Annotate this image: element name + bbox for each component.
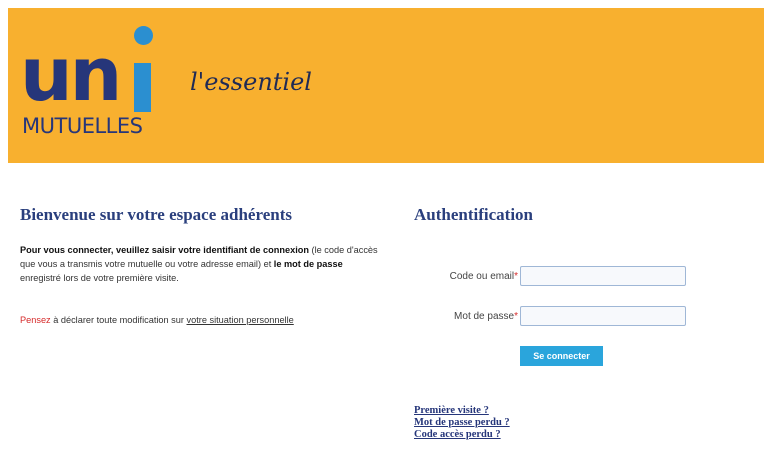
logo-i-dot (134, 26, 153, 45)
code-row: Code ou email* (414, 266, 744, 288)
header-banner: un MUTUELLES l'essentiel (8, 8, 764, 163)
password-input[interactable] (520, 306, 686, 326)
login-instructions: Pour vous connecter, veuillez saisir vot… (20, 243, 380, 285)
logo-i-stem (134, 63, 151, 112)
help-links: Première visite ? Mot de passe perdu ? C… (414, 405, 510, 441)
welcome-title: Bienvenue sur votre espace adhérents (20, 205, 292, 224)
personal-situation-link[interactable]: votre situation personnelle (187, 315, 294, 325)
uni-mutuelles-logo: un MUTUELLES (20, 26, 170, 141)
logo-mutuelles-text: MUTUELLES (22, 114, 143, 138)
auth-title: Authentification (414, 205, 533, 224)
required-mark: * (514, 271, 518, 282)
tagline: l'essentiel (190, 68, 312, 96)
code-email-input[interactable] (520, 266, 686, 286)
instructions-bold: Pour vous connecter, veuillez saisir vot… (20, 245, 309, 255)
forgot-code-link[interactable]: Code accès perdu ? (414, 429, 510, 441)
required-mark: * (514, 311, 518, 322)
first-visit-link[interactable]: Première visite ? (414, 405, 510, 417)
authentication-section: Authentification Code ou email* Mot de p… (414, 205, 744, 440)
password-row: Mot de passe* (414, 306, 744, 328)
reminder-highlight: Pensez (20, 315, 51, 325)
welcome-section: Bienvenue sur votre espace adhérents Pou… (20, 205, 380, 325)
forgot-password-link[interactable]: Mot de passe perdu ? (414, 417, 510, 429)
reminder-text: à déclarer toute modification sur (50, 315, 187, 325)
logo-wordmark: un (20, 32, 122, 118)
update-reminder: Pensez à déclarer toute modification sur… (20, 315, 380, 325)
password-label: Mot de passe* (454, 311, 518, 322)
instructions-bold-password: le mot de passe (273, 259, 343, 269)
code-label: Code ou email* (449, 271, 518, 282)
login-button[interactable]: Se connecter (520, 346, 603, 366)
instructions-text-end: enregistré lors de votre première visite… (20, 273, 179, 283)
